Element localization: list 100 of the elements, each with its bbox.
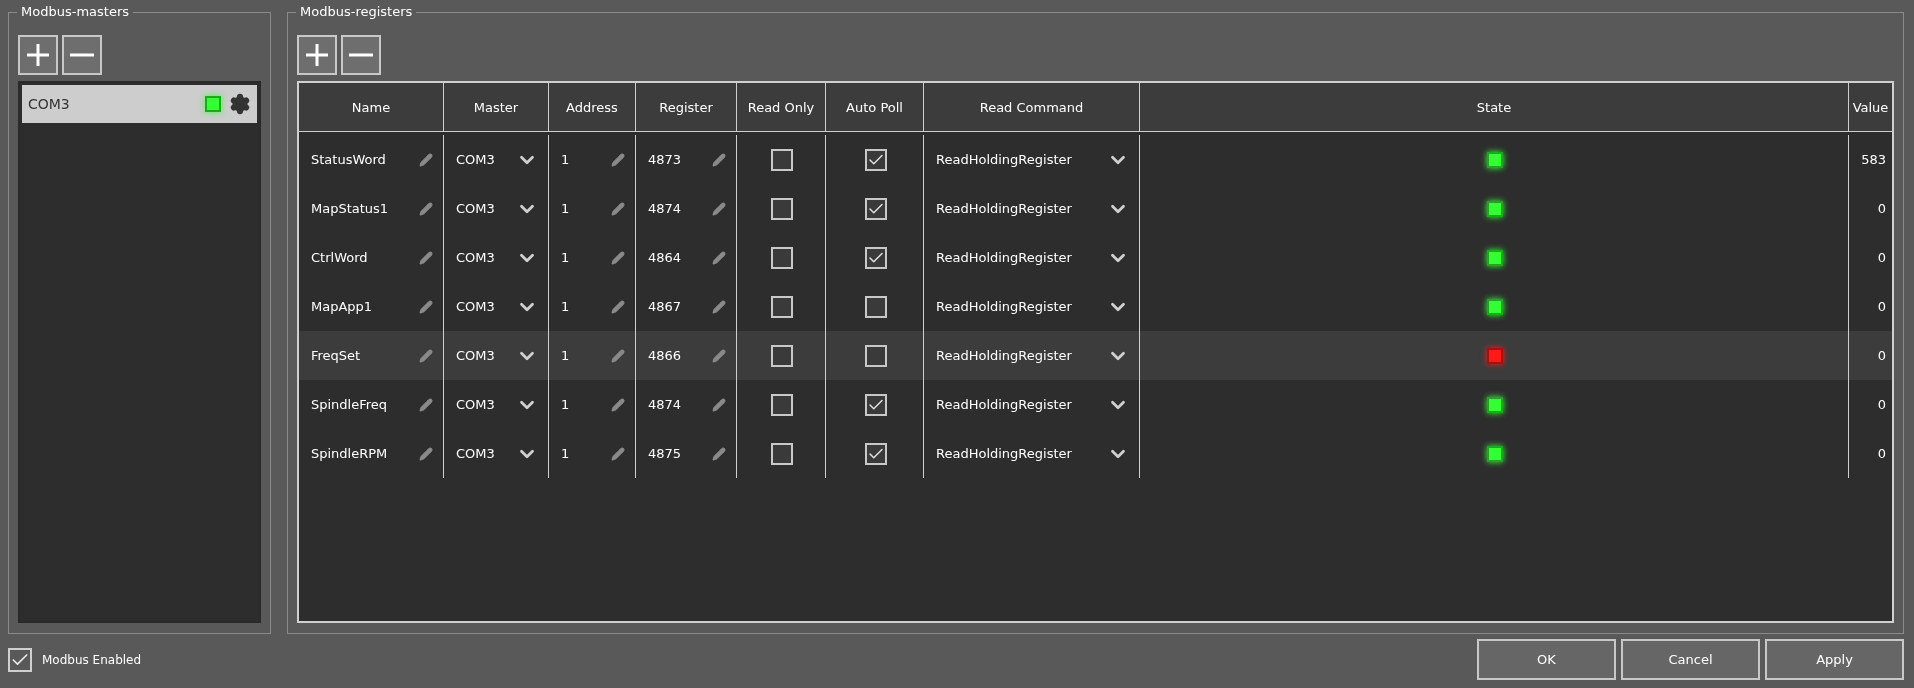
minus-icon bbox=[349, 53, 373, 57]
remove-button[interactable] bbox=[62, 35, 102, 75]
address-value: 1 bbox=[561, 446, 570, 461]
checkbox[interactable] bbox=[771, 246, 793, 269]
register-reading: 0 bbox=[1877, 348, 1886, 363]
master-value: COM3 bbox=[456, 397, 495, 412]
register-name: StatusWord bbox=[311, 152, 386, 167]
settings-icon[interactable] bbox=[229, 93, 251, 115]
pencil-icon[interactable] bbox=[611, 201, 625, 216]
register-reading: 0 bbox=[1877, 446, 1886, 461]
pencil-icon[interactable] bbox=[419, 201, 433, 216]
dialog-button[interactable]: Cancel bbox=[1621, 639, 1760, 680]
master-item[interactable]: COM3 bbox=[22, 85, 257, 123]
table-row[interactable]: MapStatus1 COM3 1 4874 ReadHoldingRegister 0 bbox=[299, 184, 1892, 233]
table-row[interactable]: SpindleRPM COM3 1 4875 ReadHoldingRegister 0 bbox=[299, 429, 1892, 478]
plus-icon bbox=[26, 43, 50, 67]
read-command-value: ReadHoldingRegister bbox=[936, 201, 1072, 216]
table-row[interactable]: FreqSet COM3 1 4866 ReadHoldingRegister 0 bbox=[299, 331, 1892, 380]
register-value: 4866 bbox=[648, 348, 682, 363]
pencil-icon[interactable] bbox=[611, 250, 625, 265]
register-reading: 0 bbox=[1877, 250, 1886, 265]
address-value: 1 bbox=[561, 201, 570, 216]
checkbox[interactable] bbox=[864, 393, 887, 416]
dialog-button[interactable]: Apply bbox=[1765, 639, 1904, 680]
register-name: SpindleFreq bbox=[311, 397, 388, 412]
master-value: COM3 bbox=[456, 299, 495, 314]
pencil-icon[interactable] bbox=[611, 152, 625, 167]
pencil-icon[interactable] bbox=[419, 446, 433, 461]
pencil-icon[interactable] bbox=[419, 299, 433, 314]
pencil-icon[interactable] bbox=[712, 299, 726, 314]
register-value: 4874 bbox=[648, 201, 682, 216]
pencil-icon[interactable] bbox=[419, 397, 433, 412]
register-value: 4874 bbox=[648, 397, 682, 412]
pencil-icon[interactable] bbox=[611, 397, 625, 412]
plus-icon bbox=[305, 43, 329, 67]
checkbox[interactable] bbox=[771, 344, 793, 367]
checkbox[interactable] bbox=[8, 647, 32, 672]
pencil-icon[interactable] bbox=[712, 397, 726, 412]
pencil-icon[interactable] bbox=[611, 299, 625, 314]
checkbox[interactable] bbox=[864, 442, 887, 465]
checkbox[interactable] bbox=[864, 197, 887, 220]
checkbox[interactable] bbox=[771, 295, 793, 318]
master-value: COM3 bbox=[456, 152, 495, 167]
column-header: Name bbox=[299, 83, 444, 131]
checkbox[interactable] bbox=[771, 148, 793, 171]
remove-button[interactable] bbox=[341, 35, 381, 75]
address-value: 1 bbox=[561, 152, 570, 167]
read-command-value: ReadHoldingRegister bbox=[936, 446, 1072, 461]
master-value: COM3 bbox=[456, 348, 495, 363]
register-name: FreqSet bbox=[311, 348, 361, 363]
dialog-button[interactable]: OK bbox=[1477, 639, 1616, 680]
pencil-icon[interactable] bbox=[419, 250, 433, 265]
read-command-value: ReadHoldingRegister bbox=[936, 348, 1072, 363]
register-reading: 0 bbox=[1877, 201, 1886, 216]
address-value: 1 bbox=[561, 348, 570, 363]
table-row[interactable]: StatusWord COM3 1 4873 ReadHoldingRegister 583 bbox=[299, 135, 1892, 184]
master-value: COM3 bbox=[456, 250, 495, 265]
register-reading: 0 bbox=[1877, 299, 1886, 314]
read-command-value: ReadHoldingRegister bbox=[936, 152, 1072, 167]
table-row[interactable]: SpindleFreq COM3 1 4874 ReadHoldingRegister 0 bbox=[299, 380, 1892, 429]
master-value: COM3 bbox=[456, 446, 495, 461]
register-name: MapApp1 bbox=[311, 299, 373, 314]
checkbox[interactable] bbox=[864, 295, 887, 318]
column-header: Read Only bbox=[737, 83, 826, 131]
column-header: Value bbox=[1851, 98, 1890, 117]
pencil-icon[interactable] bbox=[419, 348, 433, 363]
add-button[interactable] bbox=[18, 35, 58, 75]
column-header: Auto Poll bbox=[826, 83, 924, 131]
checkbox[interactable] bbox=[771, 197, 793, 220]
add-button[interactable] bbox=[297, 35, 337, 75]
checkbox[interactable] bbox=[864, 148, 887, 171]
pencil-icon[interactable] bbox=[712, 201, 726, 216]
checkbox[interactable] bbox=[771, 442, 793, 465]
register-value: 4873 bbox=[648, 152, 682, 167]
address-value: 1 bbox=[561, 299, 570, 314]
master-value: COM3 bbox=[456, 201, 495, 216]
address-value: 1 bbox=[561, 397, 570, 412]
register-value: 4864 bbox=[648, 250, 682, 265]
master-name: COM3 bbox=[28, 96, 71, 112]
register-value: 4867 bbox=[648, 299, 682, 314]
checkbox[interactable] bbox=[771, 393, 793, 416]
checkbox[interactable] bbox=[864, 246, 887, 269]
checkbox[interactable] bbox=[864, 344, 887, 367]
pencil-icon[interactable] bbox=[712, 348, 726, 363]
address-value: 1 bbox=[561, 250, 570, 265]
column-header: Master bbox=[444, 83, 549, 131]
minus-icon bbox=[70, 53, 94, 57]
pencil-icon[interactable] bbox=[712, 446, 726, 461]
column-header: State bbox=[1140, 83, 1849, 131]
pencil-icon[interactable] bbox=[419, 152, 433, 167]
checkbox-label: Modbus Enabled bbox=[42, 652, 142, 667]
pencil-icon[interactable] bbox=[712, 152, 726, 167]
read-command-value: ReadHoldingRegister bbox=[936, 250, 1072, 265]
pencil-icon[interactable] bbox=[611, 348, 625, 363]
table-row[interactable]: CtrlWord COM3 1 4864 ReadHoldingRegister 0 bbox=[299, 233, 1892, 282]
pencil-icon[interactable] bbox=[611, 446, 625, 461]
column-header: Address bbox=[549, 83, 636, 131]
register-value: 4875 bbox=[648, 446, 682, 461]
pencil-icon[interactable] bbox=[712, 250, 726, 265]
read-command-value: ReadHoldingRegister bbox=[936, 299, 1072, 314]
